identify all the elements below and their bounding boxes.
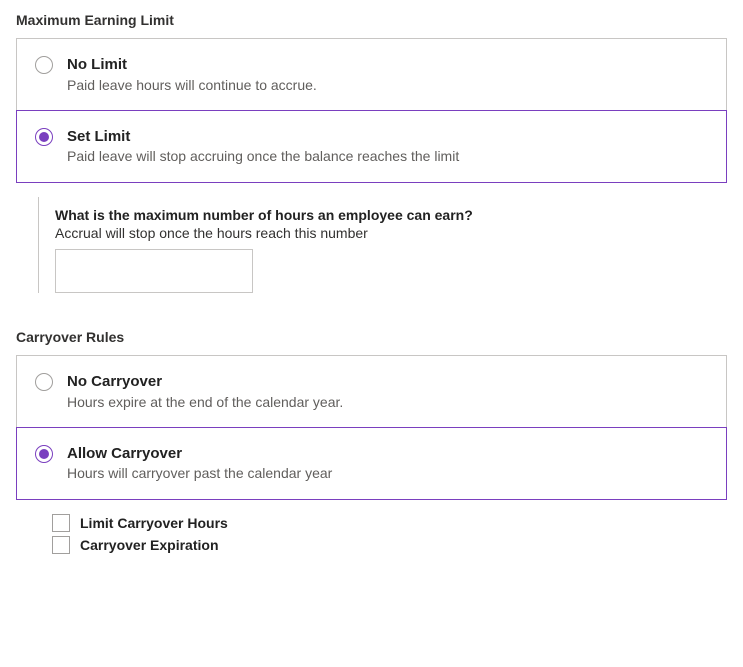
- max-earning-subpanel: What is the maximum number of hours an e…: [38, 197, 727, 293]
- carryover-section: Carryover Rules No Carryover Hours expir…: [16, 329, 727, 554]
- option-no-limit[interactable]: No Limit Paid leave hours will continue …: [17, 39, 726, 111]
- option-set-limit[interactable]: Set Limit Paid leave will stop accruing …: [16, 110, 727, 184]
- option-label: Allow Carryover: [67, 444, 332, 464]
- option-desc: Paid leave will stop accruing once the b…: [67, 148, 459, 164]
- checkbox-icon: [52, 536, 70, 554]
- option-label: Set Limit: [67, 127, 459, 147]
- radio-icon: [35, 56, 53, 74]
- option-no-carryover[interactable]: No Carryover Hours expire at the end of …: [17, 356, 726, 428]
- max-earning-title: Maximum Earning Limit: [16, 12, 727, 28]
- max-earning-option-box: No Limit Paid leave hours will continue …: [16, 38, 727, 183]
- option-label: No Limit: [67, 55, 317, 75]
- max-hours-desc: Accrual will stop once the hours reach t…: [55, 225, 727, 241]
- carryover-option-box: No Carryover Hours expire at the end of …: [16, 355, 727, 500]
- radio-icon: [35, 445, 53, 463]
- carryover-checkbox-list: Limit Carryover Hours Carryover Expirati…: [52, 514, 727, 554]
- option-label: No Carryover: [67, 372, 343, 392]
- checkbox-label: Carryover Expiration: [80, 537, 219, 553]
- max-hours-title: What is the maximum number of hours an e…: [55, 207, 727, 223]
- radio-icon: [35, 373, 53, 391]
- max-earning-section: Maximum Earning Limit No Limit Paid leav…: [16, 12, 727, 293]
- option-desc: Hours will carryover past the calendar y…: [67, 465, 332, 481]
- option-desc: Paid leave hours will continue to accrue…: [67, 77, 317, 93]
- option-allow-carryover[interactable]: Allow Carryover Hours will carryover pas…: [16, 427, 727, 501]
- carryover-title: Carryover Rules: [16, 329, 727, 345]
- checkbox-icon: [52, 514, 70, 532]
- radio-icon: [35, 128, 53, 146]
- checkbox-carryover-expiration[interactable]: Carryover Expiration: [52, 536, 727, 554]
- option-desc: Hours expire at the end of the calendar …: [67, 394, 343, 410]
- checkbox-label: Limit Carryover Hours: [80, 515, 228, 531]
- checkbox-limit-carryover-hours[interactable]: Limit Carryover Hours: [52, 514, 727, 532]
- max-hours-input[interactable]: [55, 249, 253, 293]
